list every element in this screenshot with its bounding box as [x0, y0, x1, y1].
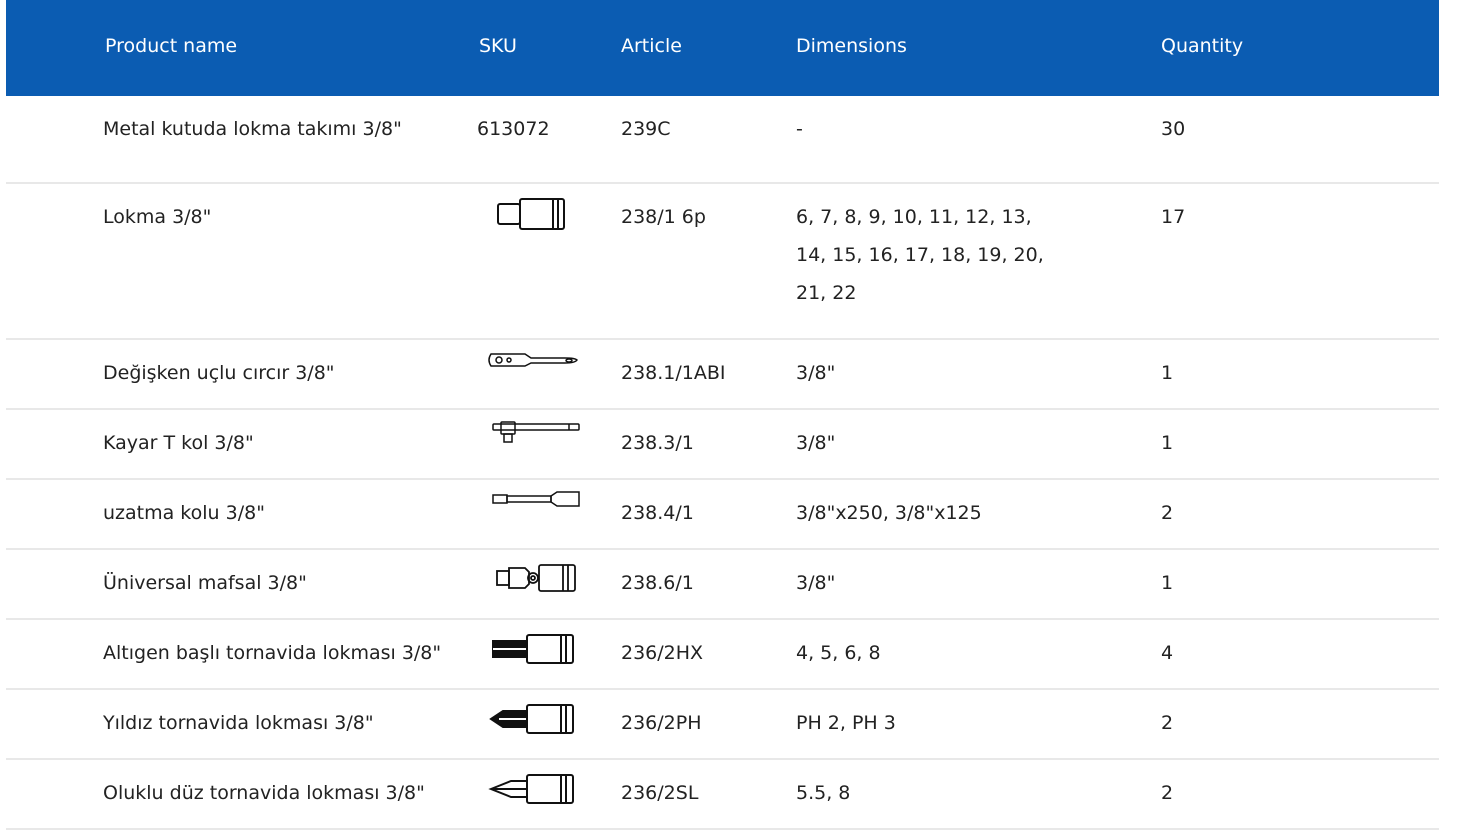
article: 238/1 6p [621, 206, 706, 228]
header-quantity[interactable]: Quantity [1161, 0, 1439, 96]
article: 238.3/1 [621, 432, 694, 454]
product-name: Altıgen başlı tornavida lokması 3/8" [103, 642, 442, 664]
extension-bar-icon [492, 491, 580, 507]
product-name: Yıldız tornavida lokması 3/8" [103, 712, 374, 734]
table-row: Oluklu düz tornavida lokması 3/8" 236/2S… [6, 760, 1439, 830]
dimensions: 3/8" [796, 572, 836, 594]
table-row: Kayar T kol 3/8" 238.3/1 3/8" 1 [6, 410, 1439, 480]
article: 239C [621, 118, 671, 140]
dimensions: 4, 5, 6, 8 [796, 642, 881, 664]
quantity: 2 [1161, 712, 1174, 734]
quantity: 4 [1161, 642, 1174, 664]
quantity: 2 [1161, 782, 1174, 804]
socket-icon [497, 198, 565, 230]
table-row: uzatma kolu 3/8" 238.4/1 3/8"x250, 3/8"x… [6, 480, 1439, 550]
article: 238.4/1 [621, 502, 694, 524]
quantity: 30 [1161, 118, 1186, 140]
article: 236/2HX [621, 642, 704, 664]
product-name: Değişken uçlu cırcır 3/8" [103, 362, 335, 384]
sku: 613072 [477, 118, 550, 140]
t-handle-icon [492, 421, 580, 443]
product-name: Kayar T kol 3/8" [103, 432, 254, 454]
table-row: Lokma 3/8" 238/1 6p 6, 7, 8, 9, 10, 11, … [6, 184, 1439, 340]
universal-joint-icon [496, 564, 576, 592]
header-article[interactable]: Article [621, 0, 796, 96]
article: 238.1/1ABI [621, 362, 726, 384]
header-product-name[interactable]: Product name [6, 0, 468, 96]
table-row: Altıgen başlı tornavida lokması 3/8" 236… [6, 620, 1439, 690]
sku-image [468, 550, 621, 618]
article: 238.6/1 [621, 572, 694, 594]
phillips-bit-socket-icon [489, 704, 574, 734]
dimensions: 3/8"x250, 3/8"x125 [796, 502, 982, 524]
slotted-bit-socket-icon [488, 774, 574, 804]
quantity: 2 [1161, 502, 1174, 524]
sku-image [468, 760, 621, 828]
product-name: uzatma kolu 3/8" [103, 502, 265, 524]
header-dimensions[interactable]: Dimensions [796, 0, 1161, 96]
sku-image [468, 480, 621, 548]
ratchet-icon [488, 353, 578, 367]
table-header: Product name SKU Article Dimensions Quan… [6, 0, 1439, 96]
product-name: Üniversal mafsal 3/8" [103, 572, 307, 594]
dimensions: - [796, 118, 803, 140]
sku-image [468, 620, 621, 688]
product-table: Product name SKU Article Dimensions Quan… [6, 0, 1439, 830]
dimensions: 6, 7, 8, 9, 10, 11, 12, 13, 14, 15, 16, … [796, 206, 1044, 304]
table-row: Yıldız tornavida lokması 3/8" 236/2PH PH… [6, 690, 1439, 760]
sku-image [468, 340, 621, 408]
sku-image [468, 690, 621, 758]
table-row: Üniversal mafsal 3/8" 238.6/1 3/8" 1 [6, 550, 1439, 620]
article: 236/2PH [621, 712, 702, 734]
hex-bit-socket-icon [492, 634, 574, 664]
sku-image [468, 410, 621, 478]
product-name: Oluklu düz tornavida lokması 3/8" [103, 782, 425, 804]
quantity: 17 [1161, 206, 1186, 228]
quantity: 1 [1161, 432, 1174, 454]
product-name: Lokma 3/8" [103, 206, 212, 228]
dimensions: 5.5, 8 [796, 782, 851, 804]
header-sku[interactable]: SKU [468, 0, 621, 96]
quantity: 1 [1161, 572, 1174, 594]
table-row: Metal kutuda lokma takımı 3/8" 613072 23… [6, 96, 1439, 184]
table-row: Değişken uçlu cırcır 3/8" 238.1/1ABI 3/8… [6, 340, 1439, 410]
dimensions: 3/8" [796, 432, 836, 454]
quantity: 1 [1161, 362, 1174, 384]
dimensions: 3/8" [796, 362, 836, 384]
product-name: Metal kutuda lokma takımı 3/8" [103, 118, 402, 140]
sku-image [468, 184, 621, 338]
dimensions: PH 2, PH 3 [796, 712, 896, 734]
article: 236/2SL [621, 782, 699, 804]
